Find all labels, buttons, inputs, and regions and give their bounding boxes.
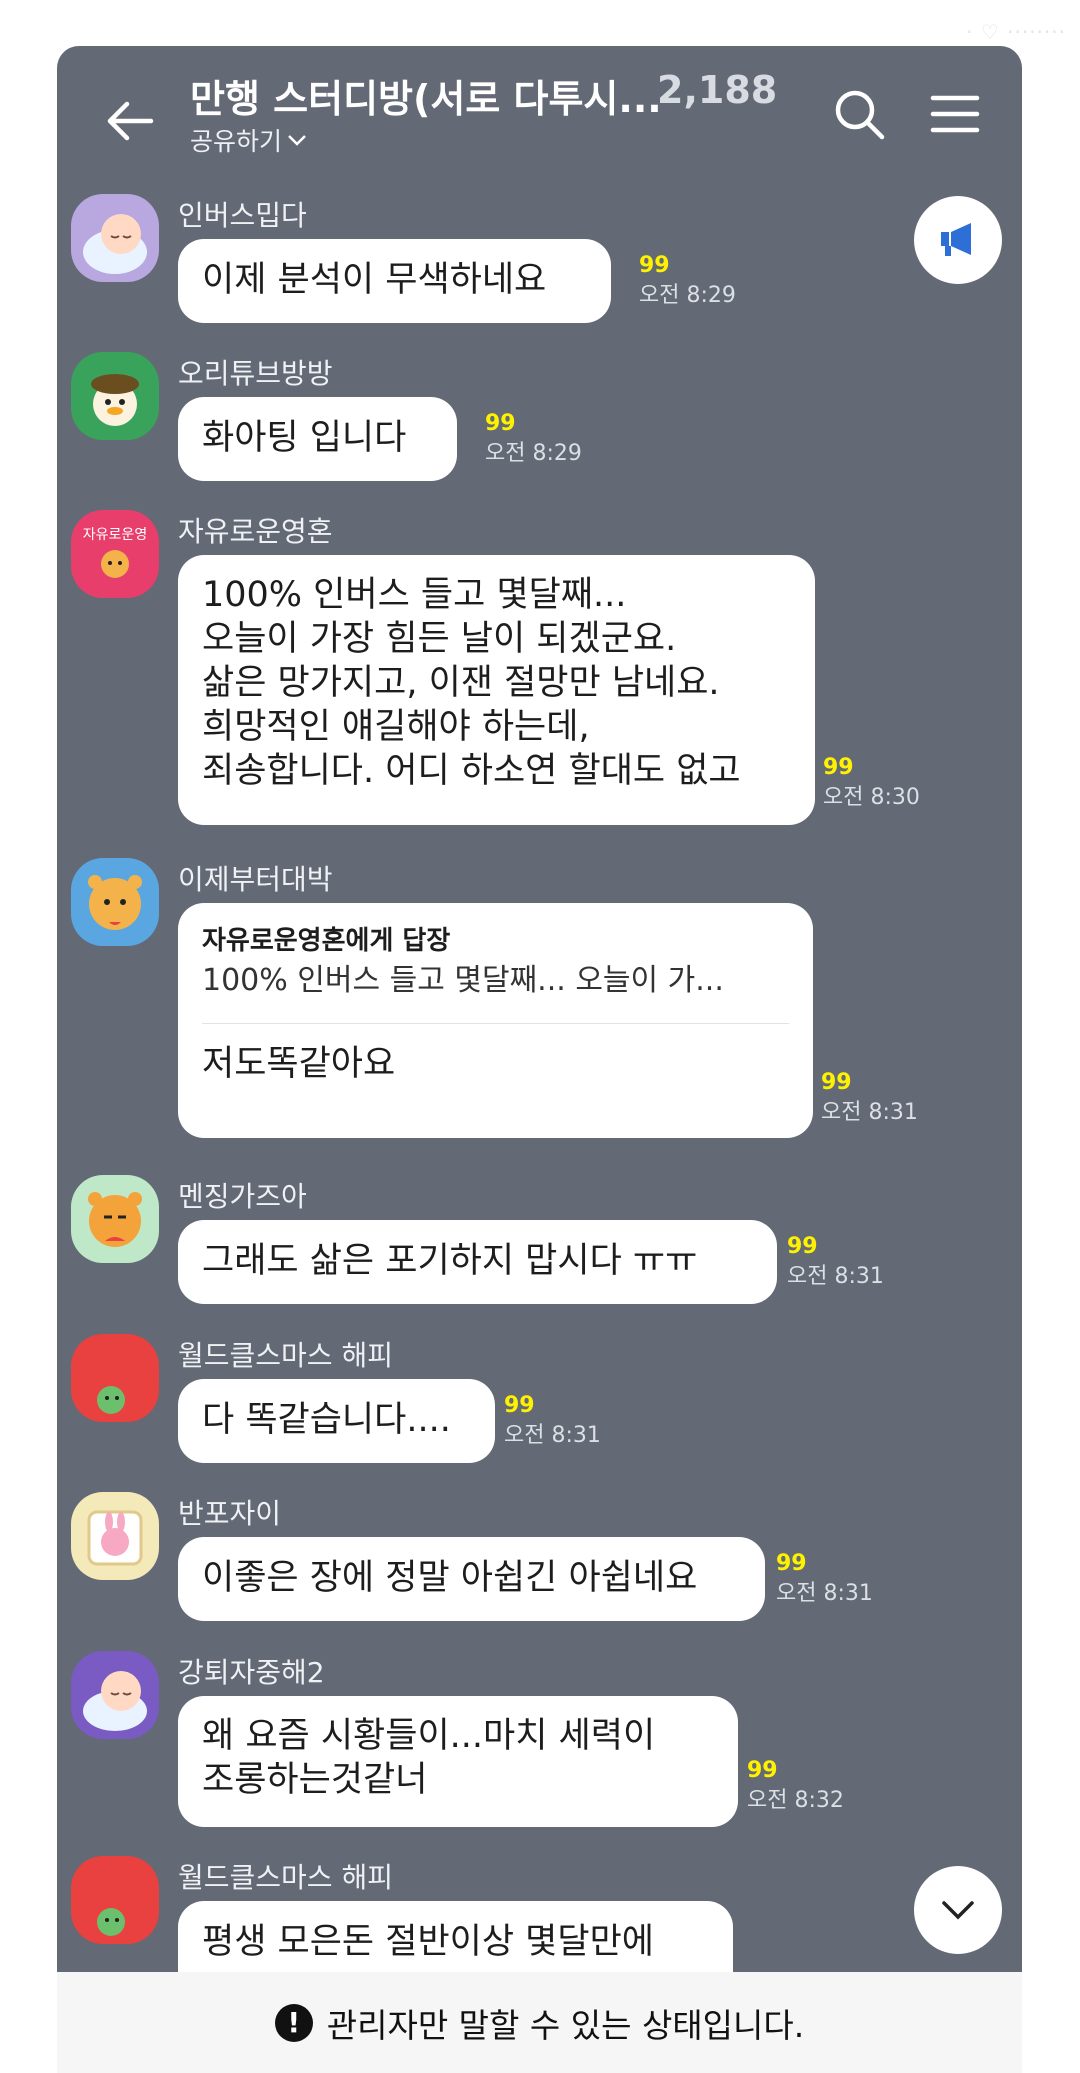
message-meta: 99 오전 8:32 [747,1756,844,1816]
message-bubble[interactable]: 이제 분석이 무색하네요 [178,239,611,323]
message-text: 오늘이 가장 힘든 날이 되겠군요. [202,619,677,659]
sender-name: 반포자이 [178,1497,282,1530]
avatar[interactable] [71,194,159,282]
back-arrow-icon [107,101,154,141]
message-text: 조롱하는것같너 [202,1760,428,1800]
character-avatar-icon [71,1492,159,1580]
scroll-to-bottom-button[interactable] [914,1866,1002,1954]
message-text: 저도똑같아요 [202,1044,396,1084]
character-avatar-icon [71,194,159,282]
message-time: 오전 8:31 [504,1423,601,1448]
message-text: 삶은 망가지고, 이잰 절망만 남네요. [202,663,720,703]
avatar[interactable]: 자유로운영 [71,510,159,598]
message-time: 오전 8:31 [821,1100,918,1125]
message-text: 왜 요즘 시황들이...마치 세력이 [202,1716,656,1756]
share-dropdown[interactable]: 공유하기 [190,122,308,158]
search-icon [835,90,885,140]
message-text: 이제 분석이 무색하네요 [202,260,547,300]
sender-name: 오리튜브방방 [178,357,333,390]
sender-name: 자유로운영혼 [178,515,333,548]
message-text: 이좋은 장에 정말 아쉽긴 아쉽네요 [202,1558,698,1598]
notice-button[interactable] [914,196,1002,284]
message-meta: 99 오전 8:31 [776,1549,873,1609]
message-time: 오전 8:32 [747,1788,844,1813]
message-meta: 99 오전 8:31 [504,1391,601,1451]
menu-button[interactable] [925,84,985,144]
message-text: 화아팅 입니다 [202,418,407,458]
unread-count: 99 [639,253,670,278]
unread-count: 99 [504,1393,535,1418]
character-avatar-icon [101,550,129,578]
hamburger-icon [930,95,980,133]
sender-name: 월드클스마스 해피 [178,1861,393,1894]
chat-screen: 만행 스터디방(서로 다투시... 2,188 공유하기 인버스밉다 이제 분석… [57,46,1022,2073]
reply-header: 자유로운영혼에게 답장 [202,926,451,956]
message-bubble[interactable]: 화아팅 입니다 [178,397,457,481]
character-avatar-icon [71,1856,159,1944]
message-meta: 99 오전 8:30 [823,753,920,813]
share-label: 공유하기 [190,127,283,156]
unread-count: 99 [823,755,854,780]
character-avatar-icon [71,1651,159,1739]
admin-only-notice: 관리자만 말할 수 있는 상태입니다. [326,2005,805,2045]
message-bubble[interactable]: 그래도 삶은 포기하지 맙시다 ㅠㅠ [178,1220,777,1304]
sender-name: 멘징가즈아 [178,1180,307,1213]
reply-quote: 100% 인버스 들고 몇달째... 오늘이 가... [202,963,724,998]
unread-count: 99 [787,1234,818,1259]
sender-name: 이제부터대박 [178,863,333,896]
message-text: 죄송합니다. 어디 하소연 할대도 없고 [202,751,741,791]
avatar[interactable] [71,1651,159,1739]
unread-count: 99 [747,1758,778,1783]
message-text: 다 똑같습니다.... [202,1400,451,1440]
character-avatar-icon [71,858,159,946]
sender-name: 강퇴자중해2 [178,1656,325,1689]
avatar[interactable] [71,1334,159,1422]
message-bubble[interactable]: 이좋은 장에 정말 아쉽긴 아쉽네요 [178,1537,765,1621]
back-button[interactable] [95,86,165,156]
input-disabled-bar: ! 관리자만 말할 수 있는 상태입니다. [57,1972,1022,2073]
message-time: 오전 8:31 [776,1581,873,1606]
megaphone-icon [941,223,971,256]
avatar[interactable] [71,858,159,946]
message-text: 100% 인버스 들고 몇달째... [202,575,627,615]
chat-header: 만행 스터디방(서로 다투시... 2,188 공유하기 [57,46,1022,196]
avatar[interactable] [71,1175,159,1263]
message-time: 오전 8:30 [823,785,920,810]
message-meta: 99 오전 8:29 [639,251,736,311]
sender-name: 인버스밉다 [178,199,307,232]
avatar[interactable] [71,1492,159,1580]
message-time: 오전 8:31 [787,1264,884,1289]
chevron-down-icon [288,135,306,146]
message-meta: 99 오전 8:29 [485,409,582,469]
message-meta: 99 오전 8:31 [821,1068,918,1128]
avatar[interactable] [71,352,159,440]
message-time: 오전 8:29 [639,283,736,308]
message-meta: 99 오전 8:31 [787,1232,884,1292]
unread-count: 99 [776,1551,807,1576]
message-text: 평생 모은돈 절반이상 몇달만에 [202,1922,654,1962]
reply-divider [202,1023,789,1024]
message-bubble[interactable]: 왜 요즘 시황들이...마치 세력이 조롱하는것같너 [178,1696,738,1827]
character-avatar-icon [71,1334,159,1422]
message-text: 그래도 삶은 포기하지 맙시다 ㅠㅠ [202,1241,698,1281]
chat-room-title: 만행 스터디방(서로 다투시... [190,77,662,121]
avatar[interactable] [71,1856,159,1944]
message-bubble[interactable]: 다 똑같습니다.... [178,1379,495,1463]
message-bubble[interactable]: 100% 인버스 들고 몇달째... 오늘이 가장 힘든 날이 되겠군요. 삶은… [178,555,815,825]
unread-count: 99 [821,1070,852,1095]
unread-count: 99 [485,411,516,436]
search-button[interactable] [827,82,893,148]
character-avatar-icon [71,1175,159,1263]
watermark: · ♡ ········ [966,20,1066,44]
avatar-text: 자유로운영 [82,527,148,543]
sender-name: 월드클스마스 해피 [178,1339,393,1372]
alert-icon: ! [274,2003,313,2042]
reply-message-bubble[interactable]: 자유로운영혼에게 답장 100% 인버스 들고 몇달째... 오늘이 가... … [178,903,813,1138]
member-count: 2,188 [657,68,778,112]
message-time: 오전 8:29 [485,441,582,466]
message-text: 희망적인 얘길해야 하는데, [202,707,590,747]
character-avatar-icon [71,352,159,440]
chevron-down-icon [942,1901,974,1920]
